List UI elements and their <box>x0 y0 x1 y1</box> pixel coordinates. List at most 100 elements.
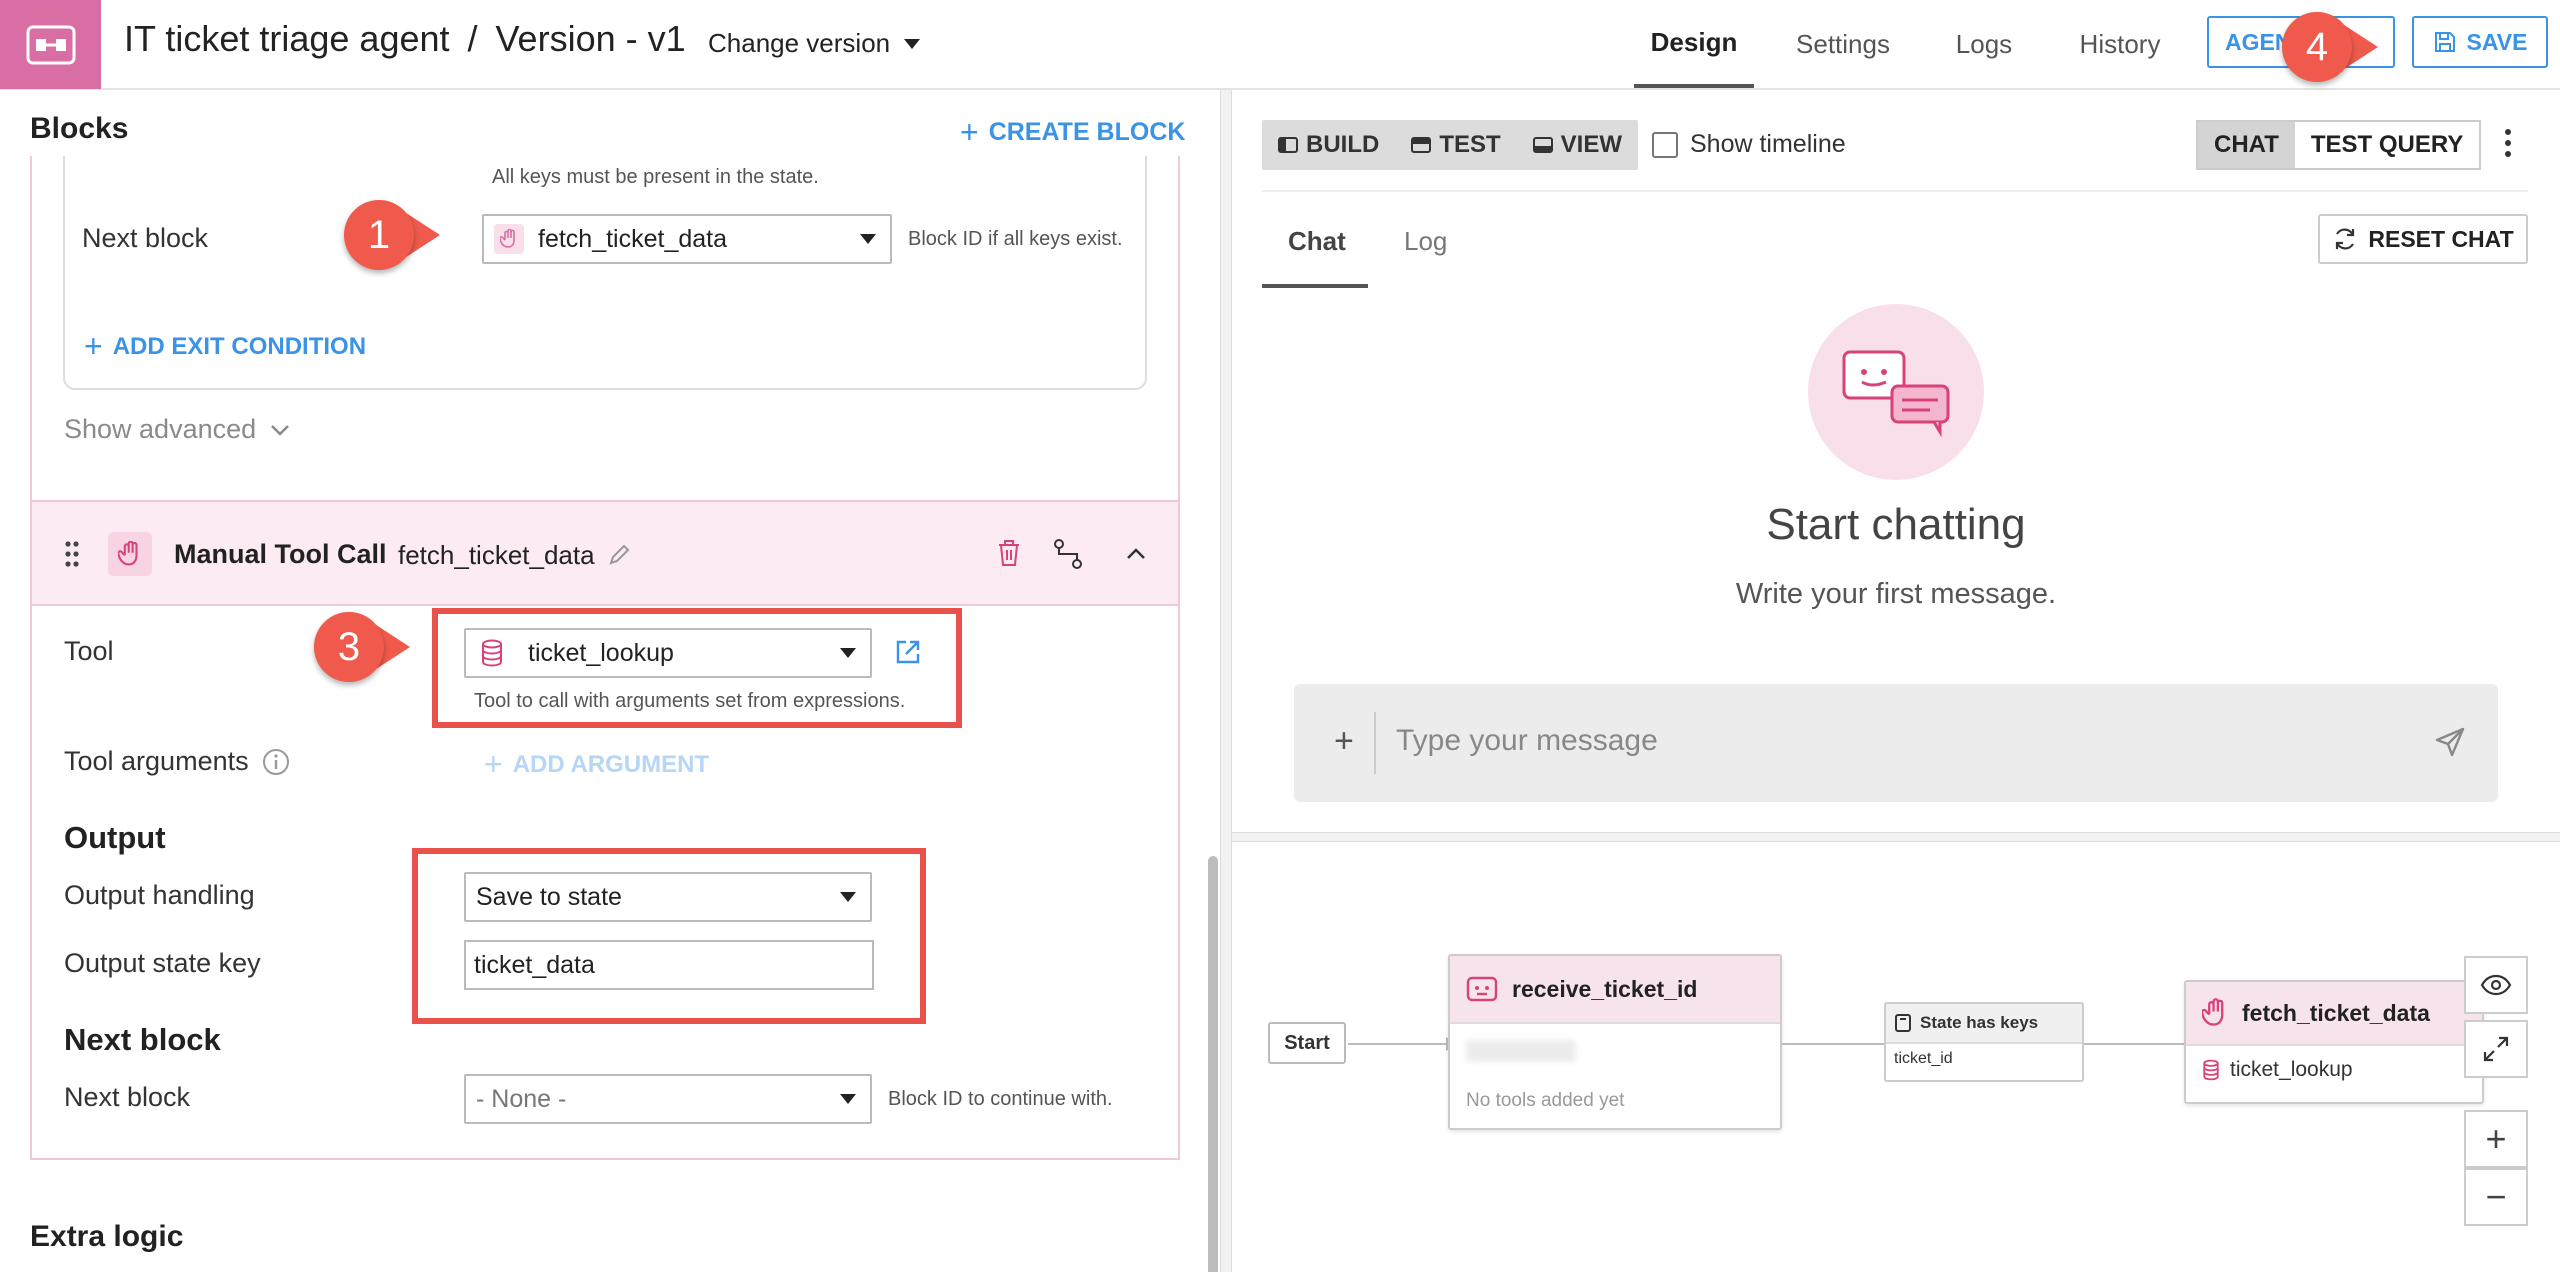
flow-canvas[interactable]: Start receive_ticket_id No tools added y… <box>1232 842 2560 1272</box>
tab-history[interactable]: History <box>2066 0 2174 88</box>
next-block-label-2: Next block <box>64 1082 191 1112</box>
next-block-title: Next block <box>64 1022 221 1057</box>
checkbox[interactable] <box>1652 131 1678 158</box>
exit-condition-hint: All keys must be present in the state. <box>492 166 819 188</box>
project-name[interactable]: IT ticket triage agent <box>124 18 450 59</box>
next-block-select-2[interactable]: - None - <box>464 1074 872 1124</box>
build-mode-button[interactable]: BUILD <box>1262 131 1395 159</box>
view-mode-button[interactable]: VIEW <box>1517 131 1638 159</box>
zoom-out-button[interactable]: − <box>2464 1168 2528 1226</box>
toggle-visibility-button[interactable] <box>2464 956 2528 1014</box>
minus-icon: − <box>2485 1176 2507 1217</box>
split-resize-handle[interactable] <box>1232 832 2560 842</box>
add-argument-button[interactable]: + ADD ARGUMENT <box>484 746 709 783</box>
test-mode-button[interactable]: TEST <box>1395 131 1516 159</box>
next-block-hint: Block ID if all keys exist. <box>908 228 1123 250</box>
chevron-down-icon <box>860 234 876 244</box>
block-type: Manual Tool Call <box>174 539 387 569</box>
send-icon[interactable] <box>2434 726 2466 758</box>
version-name: Version - v1 <box>495 18 686 59</box>
route-icon[interactable] <box>1052 538 1084 570</box>
node-header: fetch_ticket_data <box>2186 982 2482 1046</box>
node-fetch-ticket-data[interactable]: fetch_ticket_data ticket_lookup <box>2184 980 2484 1104</box>
condition-value: ticket_id <box>1894 1050 1953 1067</box>
show-timeline-label: Show timeline <box>1690 130 1846 158</box>
output-handling-label: Output handling <box>64 880 255 910</box>
breadcrumb-separator: / <box>467 18 478 59</box>
block-header: Manual Tool Call fetch_ticket_data <box>32 502 1178 606</box>
fullscreen-button[interactable] <box>2464 1020 2528 1078</box>
next-block-label: Next block <box>82 223 209 253</box>
create-block-label: CREATE BLOCK <box>988 118 1186 146</box>
start-node[interactable]: Start <box>1268 1022 1346 1064</box>
condition-title: State has keys <box>1920 1013 2039 1032</box>
view-label: VIEW <box>1560 131 1623 158</box>
redacted-placeholder <box>1466 1040 1576 1062</box>
active-tab-indicator <box>1262 284 1368 288</box>
blocks-panel: Blocks + CREATE BLOCK All keys must be p… <box>0 90 1220 1272</box>
condition-header: State has keys <box>1886 1004 2082 1044</box>
robot-icon <box>1466 976 1498 1002</box>
tab-design[interactable]: Design <box>1634 0 1754 88</box>
annotation-badge-4: 4 <box>2282 12 2378 82</box>
message-input[interactable]: Type your message <box>1396 724 1658 758</box>
test-label: TEST <box>1439 131 1501 158</box>
tab-logs[interactable]: Logs <box>1944 0 2024 88</box>
save-label: SAVE <box>2466 28 2528 55</box>
info-icon[interactable] <box>262 748 290 776</box>
blocks-title: Blocks <box>30 112 129 145</box>
next-block-select[interactable]: fetch_ticket_data <box>482 214 892 264</box>
build-label: BUILD <box>1306 131 1380 158</box>
change-version-dropdown[interactable]: Change version <box>708 28 921 59</box>
drag-handle-icon[interactable] <box>64 540 80 568</box>
chevron-down-icon <box>271 424 290 436</box>
next-block-value-2: - None - <box>476 1084 567 1113</box>
plus-icon: + <box>484 746 503 782</box>
chevron-up-icon[interactable] <box>1126 546 1146 560</box>
pencil-icon[interactable] <box>608 544 630 566</box>
node-header: receive_ticket_id <box>1450 956 1780 1024</box>
reset-chat-button[interactable]: RESET CHAT <box>2318 214 2528 264</box>
chevron-down-icon <box>904 38 921 49</box>
condition-node[interactable]: State has keys ticket_id <box>1884 1002 2084 1082</box>
hand-icon <box>494 224 524 254</box>
hand-icon <box>108 532 152 576</box>
app-logo-icon[interactable] <box>0 0 101 89</box>
save-button[interactable]: SAVE <box>2412 16 2548 68</box>
panel-bottom-icon <box>1532 137 1553 153</box>
more-options-icon[interactable] <box>2503 128 2513 158</box>
tool-label: Tool <box>64 636 114 666</box>
trash-icon[interactable] <box>996 538 1022 568</box>
plus-icon: + <box>960 114 979 150</box>
highlight-tool <box>432 608 962 728</box>
test-query-toggle[interactable]: TEST QUERY <box>2295 122 2479 168</box>
database-icon <box>2203 1059 2219 1081</box>
tool-arguments-label: Tool arguments <box>64 746 249 776</box>
plus-icon: + <box>2485 1118 2507 1159</box>
add-exit-condition-label: ADD EXIT CONDITION <box>112 332 367 360</box>
top-bar: IT ticket triage agent / Version - v1 Chan… <box>0 0 2560 90</box>
refresh-icon <box>2336 228 2355 250</box>
tab-chat[interactable]: Chat <box>1288 226 1346 257</box>
add-exit-condition-button[interactable]: + ADD EXIT CONDITION <box>84 328 366 365</box>
panel-resize-handle[interactable] <box>1220 90 1232 1272</box>
block-id: fetch_ticket_data <box>398 540 595 570</box>
show-timeline-checkbox[interactable]: Show timeline <box>1652 130 1846 159</box>
annotation-badge-1: 1 <box>344 200 440 270</box>
node-title: receive_ticket_id <box>1512 975 1698 1002</box>
tab-settings[interactable]: Settings <box>1780 0 1906 88</box>
node-receive-ticket-id[interactable]: receive_ticket_id No tools added yet <box>1448 954 1782 1130</box>
badge-number: 3 <box>314 612 384 682</box>
create-block-button[interactable]: + CREATE BLOCK <box>960 114 1185 151</box>
tab-log[interactable]: Log <box>1404 226 1447 257</box>
output-state-key-label: Output state key <box>64 948 261 978</box>
zoom-in-button[interactable]: + <box>2464 1110 2528 1168</box>
node-title: fetch_ticket_data <box>2242 999 2430 1026</box>
chat-toggle[interactable]: CHAT <box>2198 122 2295 168</box>
attach-plus-icon[interactable]: + <box>1334 722 1354 761</box>
divider <box>1262 190 2528 192</box>
expand-icon <box>2483 1036 2509 1062</box>
left-scrollbar[interactable] <box>1208 856 1218 1272</box>
change-version-label: Change version <box>708 28 891 58</box>
show-advanced-toggle[interactable]: Show advanced <box>64 414 290 445</box>
